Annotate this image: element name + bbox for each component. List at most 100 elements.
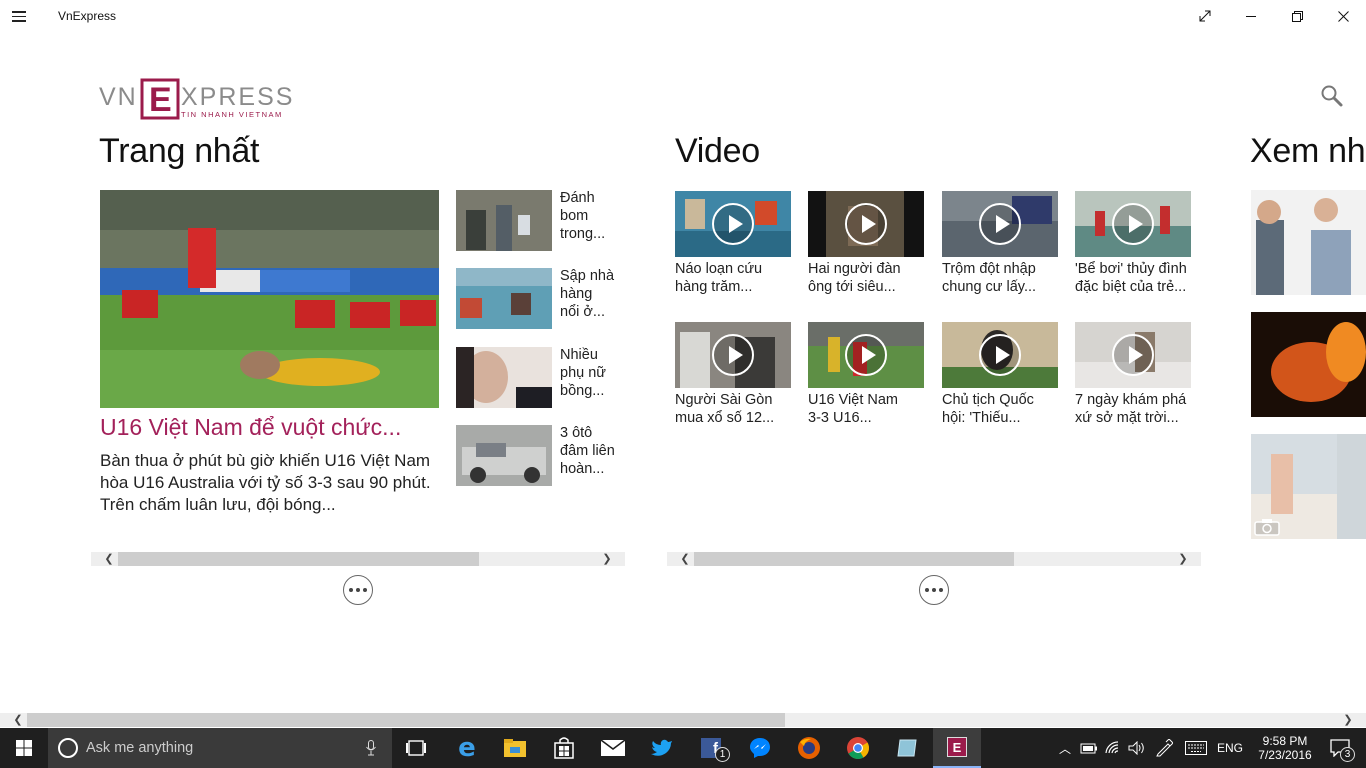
- video-thumb[interactable]: [942, 322, 1058, 388]
- play-icon: [1112, 334, 1154, 376]
- video-caption[interactable]: Náo loạn cứu hàng trăm...: [675, 260, 793, 296]
- search-placeholder: Ask me anything: [86, 740, 194, 756]
- store-icon[interactable]: [540, 728, 588, 768]
- close-icon[interactable]: [1320, 0, 1366, 32]
- section-title-trang-nhat[interactable]: Trang nhất: [99, 132, 259, 171]
- video-thumb[interactable]: [1075, 322, 1191, 388]
- clock-time: 9:58 PM: [1262, 734, 1308, 748]
- facebook-badge: 1: [715, 747, 730, 762]
- featured-headline[interactable]: U16 Việt Nam để vuột chức...: [100, 414, 440, 441]
- play-icon: [979, 203, 1021, 245]
- video-thumb[interactable]: [675, 191, 791, 257]
- logo-tagline: TIN NHANH VIETNAM: [181, 110, 283, 119]
- fullscreen-icon[interactable]: [1182, 0, 1228, 32]
- pen-workspace-icon[interactable]: [1152, 728, 1176, 768]
- cortana-search-box[interactable]: Ask me anything: [48, 728, 392, 768]
- section-title-video[interactable]: Video: [675, 132, 760, 171]
- play-icon: [979, 334, 1021, 376]
- edge-icon[interactable]: e: [443, 728, 491, 768]
- touch-keyboard-icon[interactable]: [1182, 728, 1210, 768]
- microphone-icon[interactable]: [366, 740, 376, 761]
- vnexpress-logo[interactable]: VN E XPRESS TIN NHANH VIETNAM: [99, 78, 309, 122]
- video-caption[interactable]: Người Sài Gòn mua xổ số 12...: [675, 391, 793, 427]
- video-caption[interactable]: 'Bể bơi' thủy đình đặc biệt của trẻ...: [1075, 260, 1200, 296]
- scrollbar-thumb[interactable]: [694, 552, 1014, 566]
- featured-news-image[interactable]: [100, 190, 439, 408]
- video-caption[interactable]: U16 Việt Nam 3-3 U16...: [808, 391, 926, 427]
- side-news-thumb[interactable]: [456, 268, 552, 329]
- notepad-icon[interactable]: [883, 728, 931, 768]
- volume-icon[interactable]: [1126, 728, 1148, 768]
- minimize-icon[interactable]: [1228, 0, 1274, 32]
- wifi-icon[interactable]: [1102, 728, 1126, 768]
- side-news-caption[interactable]: Đánh bom trong...: [560, 189, 605, 243]
- scroll-left-icon[interactable]: ❮: [101, 552, 117, 566]
- scroll-right-icon[interactable]: ❯: [1340, 713, 1356, 727]
- side-news-caption[interactable]: Nhiều phụ nữ bồng...: [560, 346, 606, 400]
- battery-icon[interactable]: [1078, 728, 1100, 768]
- play-icon: [845, 334, 887, 376]
- logo-mark: E: [149, 81, 172, 119]
- cortana-icon: [58, 738, 78, 758]
- chrome-icon[interactable]: [834, 728, 882, 768]
- taskbar: Ask me anything e f 1 E ︿ ENG 9:58 PM 7/…: [0, 728, 1366, 768]
- scroll-left-icon[interactable]: ❮: [677, 552, 693, 566]
- messenger-icon[interactable]: [736, 728, 784, 768]
- video-thumb[interactable]: [1075, 191, 1191, 257]
- play-icon: [712, 203, 754, 245]
- logo-part1: VN: [99, 83, 138, 111]
- input-language[interactable]: ENG: [1214, 728, 1246, 768]
- section-title-xem-nhieu[interactable]: Xem nhi: [1250, 132, 1366, 171]
- play-icon: [845, 203, 887, 245]
- video-caption[interactable]: Chủ tịch Quốc hội: 'Thiếu...: [942, 391, 1060, 427]
- featured-summary: Bàn thua ở phút bù giờ khiến U16 Việt Na…: [100, 451, 431, 514]
- twitter-icon[interactable]: [638, 728, 686, 768]
- app-title: VnExpress: [58, 9, 117, 23]
- video-caption[interactable]: Hai người đàn ông tới siêu...: [808, 260, 926, 296]
- clock-date: 7/23/2016: [1258, 748, 1312, 762]
- firefox-icon[interactable]: [785, 728, 833, 768]
- side-news-caption[interactable]: Sập nhà hàng nổi ở...: [560, 267, 614, 321]
- scrollbar-thumb[interactable]: [27, 713, 785, 727]
- search-icon[interactable]: [1318, 82, 1346, 110]
- task-view-icon[interactable]: [392, 728, 440, 768]
- notification-count-badge: 3: [1340, 747, 1355, 762]
- facebook-icon[interactable]: f 1: [687, 728, 735, 768]
- file-explorer-icon[interactable]: [491, 728, 539, 768]
- scroll-right-icon[interactable]: ❯: [1175, 552, 1191, 566]
- most-viewed-thumb[interactable]: [1251, 434, 1366, 539]
- side-news-thumb[interactable]: [456, 347, 552, 408]
- side-news-thumb[interactable]: [456, 190, 552, 251]
- scrollbar-thumb[interactable]: [118, 552, 479, 566]
- show-hidden-icons-icon[interactable]: ︿: [1054, 728, 1076, 768]
- scroll-left-icon[interactable]: ❮: [10, 713, 26, 727]
- video-thumb[interactable]: [942, 191, 1058, 257]
- play-icon: [712, 334, 754, 376]
- video-thumb[interactable]: [675, 322, 791, 388]
- most-viewed-thumb[interactable]: [1251, 312, 1366, 417]
- play-icon: [1112, 203, 1154, 245]
- title-bar: VnExpress: [0, 0, 1366, 32]
- video-thumb[interactable]: [808, 322, 924, 388]
- video-caption[interactable]: 7 ngày khám phá xứ sở mặt trời...: [1075, 391, 1200, 427]
- action-center-icon[interactable]: 3: [1320, 728, 1360, 768]
- side-news-caption[interactable]: 3 ôtô đâm liên hoàn...: [560, 424, 615, 478]
- clock[interactable]: 9:58 PM 7/23/2016: [1250, 728, 1320, 768]
- mail-icon[interactable]: [589, 728, 637, 768]
- logo-part2: XPRESS: [181, 83, 294, 111]
- windows-start-icon[interactable]: [0, 728, 48, 768]
- section-scrollbar[interactable]: ❮ ❯: [91, 552, 625, 566]
- more-button[interactable]: [343, 575, 373, 605]
- hamburger-menu-icon[interactable]: [10, 8, 36, 26]
- scroll-right-icon[interactable]: ❯: [599, 552, 615, 566]
- more-button[interactable]: [919, 575, 949, 605]
- side-news-thumb[interactable]: [456, 425, 552, 486]
- video-thumb[interactable]: [808, 191, 924, 257]
- most-viewed-thumb[interactable]: [1251, 190, 1366, 295]
- video-caption[interactable]: Trộm đột nhập chung cư lấy...: [942, 260, 1060, 296]
- vnexpress-icon[interactable]: E: [933, 728, 981, 768]
- restore-icon[interactable]: [1274, 0, 1320, 32]
- main-scrollbar[interactable]: ❮ ❯: [0, 713, 1366, 727]
- camera-icon: [1254, 518, 1280, 539]
- section-scrollbar[interactable]: ❮ ❯: [667, 552, 1201, 566]
